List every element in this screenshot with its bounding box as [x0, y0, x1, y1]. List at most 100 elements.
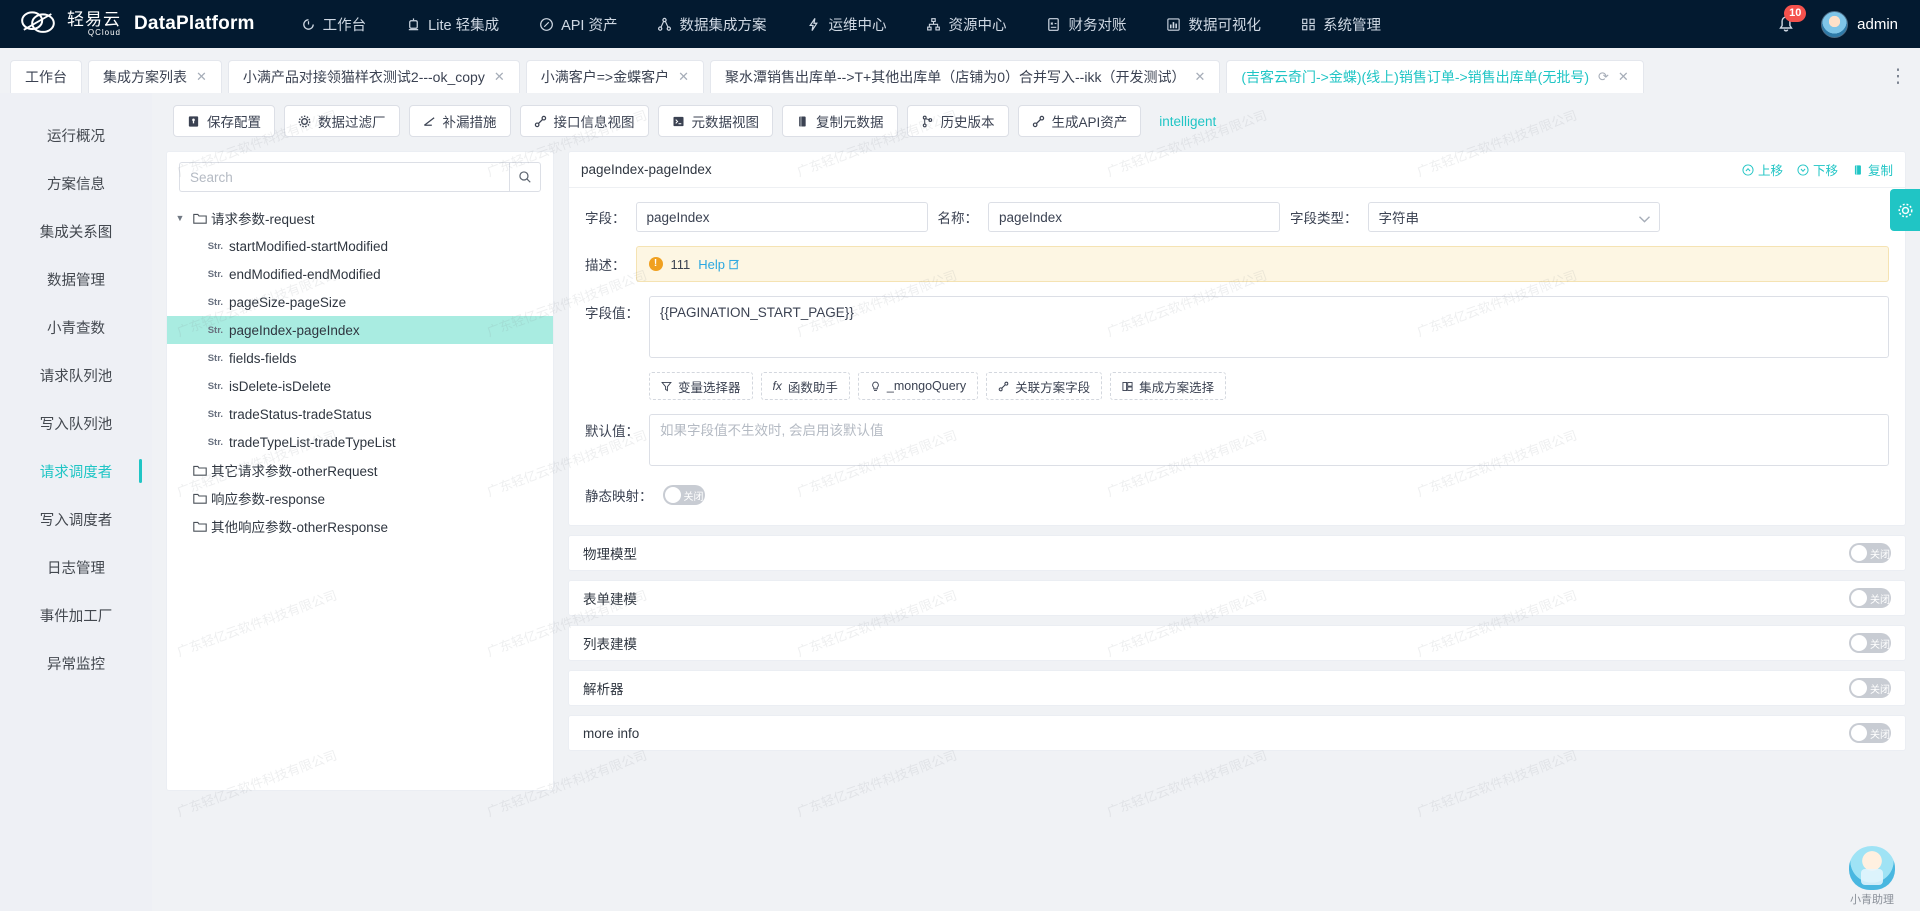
tab-close-icon[interactable]: ✕	[494, 69, 505, 85]
field-name-input[interactable]	[988, 202, 1280, 232]
sidebar-item-request-queue-pool[interactable]: 请求队列池	[0, 351, 152, 399]
sidebar-item-write-queue-pool[interactable]: 写入队列池	[0, 399, 152, 447]
metadata-view-button[interactable]: 元数据视图	[658, 105, 774, 137]
field-type-value[interactable]	[1368, 202, 1660, 232]
integration-plan-select-button[interactable]: 集成方案选择	[1110, 372, 1226, 400]
nav-item-api-assets[interactable]: API 资产	[519, 0, 637, 48]
accordion-list-modeling[interactable]: 列表建模 关闭	[568, 625, 1906, 661]
assistant-avatar-icon	[1849, 846, 1895, 890]
field-description-row: 描述： ! 111 Help	[585, 246, 1889, 282]
brand-logo[interactable]: 轻易云 QCloud DataPlatform	[18, 7, 255, 41]
nav-item-workbench[interactable]: 工作台	[281, 0, 387, 48]
parser-toggle[interactable]: 关闭	[1849, 678, 1891, 698]
generate-api-asset-button[interactable]: 生成API资产	[1018, 105, 1142, 137]
sidebar-item-xiaoqing-query[interactable]: 小青查数	[0, 303, 152, 351]
function-helper-button[interactable]: fx 函数助手	[761, 372, 850, 400]
physical-model-toggle[interactable]: 关闭	[1849, 543, 1891, 563]
accordion-more-info[interactable]: more info 关闭	[568, 715, 1906, 751]
sidebar-item-plan-info[interactable]: 方案信息	[0, 159, 152, 207]
tree-node-pageIndex[interactable]: Str. pageIndex-pageIndex	[167, 316, 553, 344]
tab-xiaoman-product[interactable]: 小满产品对接领猫样衣测试2---ok_copy ✕	[228, 60, 520, 93]
tab-close-icon[interactable]: ✕	[678, 69, 689, 85]
copy-metadata-button[interactable]: 复制元数据	[782, 105, 898, 137]
sidebar-item-request-scheduler[interactable]: 请求调度者	[0, 447, 152, 495]
variable-selector-button[interactable]: 变量选择器	[649, 372, 753, 400]
data-filter-factory-button[interactable]: 数据过滤厂	[284, 105, 400, 137]
tab-close-icon[interactable]: ✕	[1618, 69, 1629, 85]
tree-node-endModified[interactable]: Str. endModified-endModified	[167, 260, 553, 288]
related-plan-field-button[interactable]: 关联方案字段	[986, 372, 1102, 400]
nav-item-resource-center[interactable]: 资源中心	[906, 0, 1026, 48]
move-down-button[interactable]: 下移	[1797, 160, 1838, 179]
history-version-button[interactable]: 历史版本	[907, 105, 1009, 137]
list-modeling-toggle[interactable]: 关闭	[1849, 633, 1891, 653]
accordion-form-modeling[interactable]: 表单建模 关闭	[568, 580, 1906, 616]
tree-node-tradeStatus[interactable]: Str. tradeStatus-tradeStatus	[167, 400, 553, 428]
notifications-button[interactable]: 10	[1775, 11, 1799, 37]
form-modeling-toggle[interactable]: 关闭	[1849, 588, 1891, 608]
help-link[interactable]: Help	[698, 257, 740, 272]
mongo-query-button[interactable]: _mongoQuery	[858, 372, 978, 400]
field-value-textarea[interactable]	[649, 296, 1889, 358]
tree-node-fields[interactable]: Str. fields-fields	[167, 344, 553, 372]
nav-item-finance-reconciliation[interactable]: 财务对账	[1026, 0, 1146, 48]
field-value-editor: 变量选择器 fx 函数助手	[649, 296, 1889, 400]
accordion-physical-model[interactable]: 物理模型 关闭	[568, 535, 1906, 571]
field-key-input[interactable]	[636, 202, 928, 232]
nav-item-lite-integration[interactable]: Lite 轻集成	[386, 0, 519, 48]
assistant-widget[interactable]: 小青助理	[1834, 846, 1910, 907]
tree-node-tradeTypeList[interactable]: Str. tradeTypeList-tradeTypeList	[167, 428, 553, 456]
intelligent-link[interactable]: intelligent	[1159, 114, 1216, 129]
sidebar-item-run-overview[interactable]: 运行概况	[0, 111, 152, 159]
sidebar-item-exception-monitor[interactable]: 异常监控	[0, 639, 152, 687]
tab-jike-sales-order[interactable]: (吉客云奇门->金蝶)(线上)销售订单->销售出库单(无批号) ⟳ ✕	[1226, 60, 1643, 93]
tree-node-otherRequest[interactable]: 其它请求参数-otherRequest	[167, 456, 553, 484]
sidebar-item-data-management[interactable]: 数据管理	[0, 255, 152, 303]
tree-node-response[interactable]: 响应参数-response	[167, 484, 553, 512]
copy-field-button[interactable]: 复制	[1852, 160, 1893, 179]
tree-node-isDelete[interactable]: Str. isDelete-isDelete	[167, 372, 553, 400]
help-link-label: Help	[698, 257, 725, 272]
default-value-label: 默认值：	[585, 414, 639, 440]
nav-item-label: 工作台	[323, 14, 367, 35]
default-value-editor	[649, 414, 1889, 471]
tree-node-startModified[interactable]: Str. startModified-startModified	[167, 232, 553, 260]
tab-close-icon[interactable]: ✕	[196, 69, 207, 85]
toggle-knob	[665, 487, 681, 503]
tab-close-icon[interactable]: ✕	[1194, 69, 1205, 85]
accordion-parser[interactable]: 解析器 关闭	[568, 670, 1906, 706]
tree-node-request[interactable]: ▼ 请求参数-request	[167, 204, 553, 232]
tree-node-otherResponse[interactable]: 其他响应参数-otherResponse	[167, 512, 553, 540]
tab-integration-plan-list[interactable]: 集成方案列表 ✕	[88, 60, 222, 93]
search-button[interactable]	[509, 162, 541, 192]
search-input[interactable]	[179, 162, 509, 192]
nav-item-data-integration-plan[interactable]: 数据集成方案	[637, 0, 786, 48]
gap-fill-measure-button[interactable]: 补漏措施	[409, 105, 511, 137]
chevron-down-icon[interactable]: ▼	[171, 213, 189, 223]
tab-jushuitan-outbound[interactable]: 聚水潭销售出库单-->T+其他出库单（店铺为0）合并写入--ikk（开发测试） …	[710, 60, 1220, 93]
sidebar-item-log-management[interactable]: 日志管理	[0, 543, 152, 591]
left-sidebar: 运行概况 方案信息 集成关系图 数据管理 小青查数 请求队列池 写入队列池 请求…	[0, 93, 152, 911]
sidebar-item-integration-diagram[interactable]: 集成关系图	[0, 207, 152, 255]
interface-info-view-button[interactable]: 接口信息视图	[520, 105, 649, 137]
default-value-textarea[interactable]	[649, 414, 1889, 466]
action-label: 下移	[1813, 160, 1838, 179]
nav-item-data-visualization[interactable]: 数据可视化	[1146, 0, 1281, 48]
tree-node-label: fields-fields	[229, 351, 297, 366]
tab-reload-icon[interactable]: ⟳	[1598, 69, 1609, 85]
tab-xiaoman-customer[interactable]: 小满客户=>金蝶客户 ✕	[526, 60, 704, 93]
field-type-select[interactable]	[1368, 202, 1660, 232]
sidebar-item-event-factory[interactable]: 事件加工厂	[0, 591, 152, 639]
tab-workbench[interactable]: 工作台	[10, 60, 82, 93]
nav-item-ops-center[interactable]: 运维中心	[786, 0, 906, 48]
static-mapping-toggle[interactable]: 关闭	[663, 485, 705, 505]
more-info-toggle[interactable]: 关闭	[1849, 723, 1891, 743]
settings-dock-button[interactable]	[1890, 189, 1920, 231]
sidebar-item-write-scheduler[interactable]: 写入调度者	[0, 495, 152, 543]
tree-node-pageSize[interactable]: Str. pageSize-pageSize	[167, 288, 553, 316]
save-config-button[interactable]: 保存配置	[173, 105, 275, 137]
user-menu[interactable]: admin	[1821, 11, 1898, 38]
nav-item-system-management[interactable]: 系统管理	[1281, 0, 1401, 48]
move-up-button[interactable]: 上移	[1742, 160, 1783, 179]
tab-overflow-menu-button[interactable]: ⋮	[1878, 60, 1920, 93]
